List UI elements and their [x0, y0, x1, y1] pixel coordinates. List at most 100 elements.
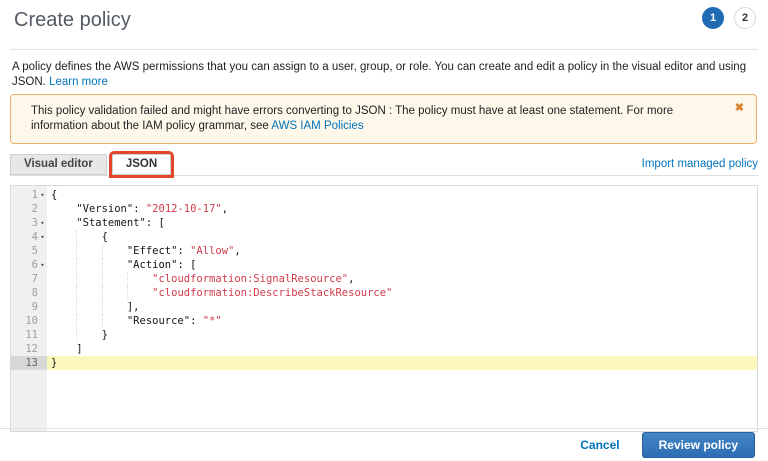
json-string-token: "cloudformation:DescribeStackResource": [152, 287, 392, 299]
fold-spacer: [38, 342, 47, 356]
learn-more-link[interactable]: Learn more: [49, 76, 108, 88]
code-line-5[interactable]: "Effect": "Allow",: [47, 244, 757, 258]
json-token: [51, 315, 127, 327]
code-line-3[interactable]: "Statement": [: [47, 216, 757, 230]
indent-guide: [76, 314, 77, 328]
code-line-4[interactable]: {: [47, 230, 757, 244]
step-1-badge: 1: [702, 7, 724, 29]
fold-spacer: [38, 202, 47, 216]
json-token: ,: [222, 203, 228, 215]
indent-guide: [76, 272, 77, 286]
json-token: "Effect": [127, 245, 178, 257]
fold-arrow-icon[interactable]: ▾: [38, 258, 47, 272]
indent-guide: [76, 286, 77, 300]
gutter-line-9: 9: [11, 300, 47, 314]
json-token: : [: [146, 217, 165, 229]
fold-arrow-icon[interactable]: ▾: [38, 216, 47, 230]
aws-iam-policies-link[interactable]: AWS IAM Policies: [271, 120, 363, 132]
step-indicator: 1 2: [702, 7, 756, 29]
json-token: :: [190, 315, 203, 327]
indent-guide: [127, 272, 128, 286]
json-token: :: [133, 203, 146, 215]
footer-bar: Cancel Review policy: [0, 428, 768, 461]
gutter-line-7: 7: [11, 272, 47, 286]
tab-visual-editor[interactable]: Visual editor: [10, 154, 107, 175]
create-policy-page: Create policy 1 2 A policy defines the A…: [0, 0, 768, 461]
indent-guide: [76, 230, 77, 244]
json-string-token: "cloudformation:SignalResource": [152, 273, 348, 285]
code-line-9[interactable]: ],: [47, 300, 757, 314]
code-line-7[interactable]: "cloudformation:SignalResource",: [47, 272, 757, 286]
json-token: ,: [348, 273, 354, 285]
code-line-11[interactable]: }: [47, 328, 757, 342]
code-line-2[interactable]: "Version": "2012-10-17",: [47, 202, 757, 216]
tab-json[interactable]: JSON: [112, 154, 171, 175]
json-token: ]: [51, 343, 83, 355]
json-token: "Resource": [127, 315, 190, 327]
indent-guide: [76, 300, 77, 314]
fold-spacer: [38, 314, 47, 328]
close-icon[interactable]: ✖: [735, 101, 744, 116]
gutter-line-10: 10: [11, 314, 47, 328]
fold-spacer: [38, 286, 47, 300]
json-token: [51, 259, 127, 271]
json-token: "Version": [76, 203, 133, 215]
json-token: }: [51, 357, 57, 369]
json-token: [51, 245, 127, 257]
code-line-12[interactable]: ]: [47, 342, 757, 356]
cancel-button[interactable]: Cancel: [580, 438, 619, 452]
json-token: ],: [51, 301, 140, 313]
code-line-10[interactable]: "Resource": "*": [47, 314, 757, 328]
indent-guide: [102, 286, 103, 300]
indent-guide: [76, 328, 77, 342]
editor-code[interactable]: { "Version": "2012-10-17", "Statement": …: [47, 186, 757, 431]
gutter-line-1[interactable]: 1▾: [11, 188, 47, 202]
page-title: Create policy: [14, 7, 131, 33]
json-token: ,: [234, 245, 240, 257]
validation-warning-banner: This policy validation failed and might …: [10, 94, 757, 144]
step-2-badge: 2: [734, 7, 756, 29]
indent-guide: [102, 314, 103, 328]
json-token: [51, 217, 76, 229]
indent-guide: [76, 258, 77, 272]
indent-guide: [102, 300, 103, 314]
review-policy-button[interactable]: Review policy: [642, 432, 755, 458]
json-token: }: [51, 329, 108, 341]
indent-guide: [127, 286, 128, 300]
header-divider: [10, 49, 758, 50]
json-token: : [: [177, 259, 196, 271]
gutter-line-4[interactable]: 4▾: [11, 230, 47, 244]
intro-description: A policy defines the AWS permissions tha…: [12, 61, 746, 88]
editor-tabbar: Visual editor JSON Import managed policy: [10, 157, 758, 176]
fold-arrow-icon[interactable]: ▾: [38, 188, 47, 202]
fold-spacer: [38, 272, 47, 286]
code-line-8[interactable]: "cloudformation:DescribeStackResource": [47, 286, 757, 300]
gutter-line-3[interactable]: 3▾: [11, 216, 47, 230]
indent-guide: [76, 244, 77, 258]
code-line-13[interactable]: }: [47, 356, 757, 370]
gutter-line-2: 2: [11, 202, 47, 216]
json-token: {: [51, 189, 57, 201]
json-editor-panel: 1▾23▾4▾56▾78910111213 { "Version": "2012…: [10, 185, 758, 432]
json-string-token: "2012-10-17": [146, 203, 222, 215]
indent-guide: [102, 258, 103, 272]
json-token: "Statement": [76, 217, 146, 229]
indent-guide: [102, 272, 103, 286]
json-string-token: "Allow": [190, 245, 234, 257]
json-token: "Action": [127, 259, 178, 271]
json-token: :: [177, 245, 190, 257]
json-string-token: "*": [203, 315, 222, 327]
import-managed-policy-link[interactable]: Import managed policy: [642, 158, 758, 174]
gutter-line-13: 13: [11, 356, 47, 370]
code-line-6[interactable]: "Action": [: [47, 258, 757, 272]
code-line-1[interactable]: {: [47, 188, 757, 202]
fold-spacer: [38, 300, 47, 314]
editor-gutter: 1▾23▾4▾56▾78910111213: [11, 186, 47, 431]
json-token: [51, 203, 76, 215]
gutter-line-12: 12: [11, 342, 47, 356]
gutter-line-6[interactable]: 6▾: [11, 258, 47, 272]
fold-spacer: [38, 328, 47, 342]
indent-guide: [102, 244, 103, 258]
gutter-line-5: 5: [11, 244, 47, 258]
fold-arrow-icon[interactable]: ▾: [38, 230, 47, 244]
